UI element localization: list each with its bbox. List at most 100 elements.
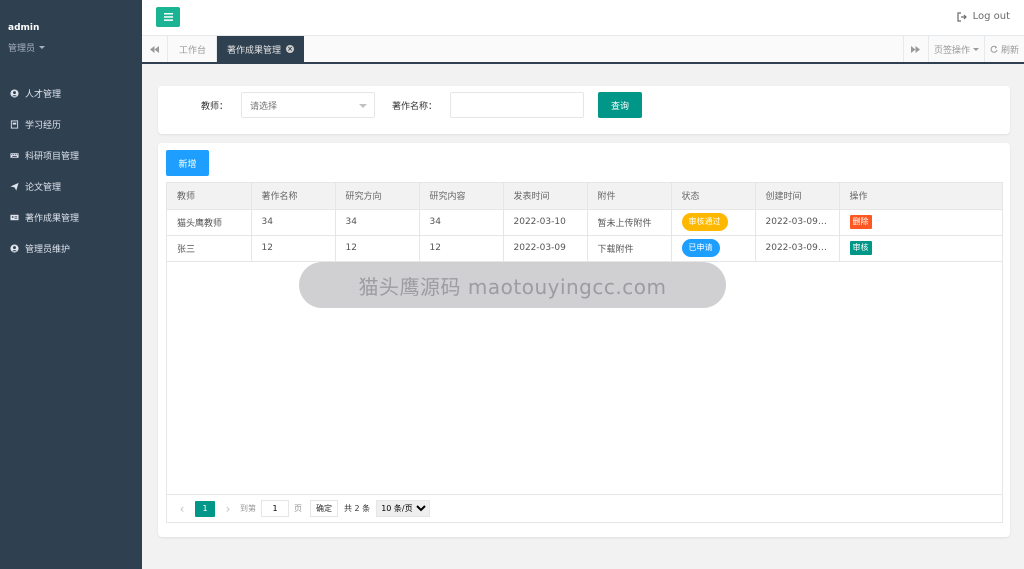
column-header: 著作名称: [251, 183, 336, 210]
tab-scroll-left-button[interactable]: [142, 36, 168, 62]
pagination: ‹ 1 › 到第 页 确定 共 2 条 10 条/页: [167, 494, 1002, 522]
total-count: 共 2 条: [344, 504, 371, 513]
refresh-button[interactable]: 刷新: [983, 36, 1024, 62]
cell-attachment[interactable]: 下载附件: [587, 235, 672, 262]
cell-status: 已申请: [671, 235, 756, 262]
cell-status: 审核通过: [671, 209, 756, 236]
current-page-button[interactable]: 1: [195, 500, 215, 517]
review-button[interactable]: 审核: [849, 241, 872, 255]
tab-works-management[interactable]: 著作成果管理 ×: [217, 36, 305, 62]
cell-action: 审核: [839, 235, 1002, 262]
double-left-icon: [150, 45, 159, 53]
user-name: admin: [8, 23, 40, 33]
work-name-input[interactable]: [450, 92, 584, 118]
cell-teacher: 猫头鹰教师: [167, 209, 252, 236]
column-header: 教师: [167, 183, 252, 210]
id-card-icon: [9, 213, 19, 223]
tab-label: 工作台: [179, 45, 207, 56]
watermark: 猫头鹰源码 maotouyingcc.com: [299, 262, 726, 308]
goto-label: 到第: [240, 504, 256, 513]
top-bar: Log out: [142, 0, 1024, 36]
teacher-select[interactable]: 请选择: [241, 92, 375, 118]
next-page-icon[interactable]: ›: [221, 502, 235, 516]
close-icon[interactable]: ×: [286, 45, 295, 53]
cell-direction: 34: [335, 209, 420, 236]
user-circle-icon: [9, 244, 19, 254]
tab-workbench[interactable]: 工作台: [169, 36, 218, 62]
caret-down-icon: [972, 47, 979, 51]
column-header: 研究方向: [335, 183, 420, 210]
cell-work-name: 12: [251, 235, 336, 262]
tabs-bar: 工作台 著作成果管理 × 页签操作 刷新: [142, 36, 1024, 64]
prev-page-icon[interactable]: ‹: [175, 502, 189, 516]
data-table: 教师 著作名称 研究方向 研究内容 发表时间 附件 状态 创建时间 操作 猫头鹰…: [167, 183, 1002, 262]
sidebar-item-label: 论文管理: [25, 183, 62, 193]
column-header: 创建时间: [755, 183, 840, 210]
sidebar-item-label: 管理员维护: [25, 245, 71, 255]
goto-confirm-button[interactable]: 确定: [310, 500, 338, 517]
add-button[interactable]: 新增: [166, 150, 209, 176]
table-header-row: 教师 著作名称 研究方向 研究内容 发表时间 附件 状态 创建时间 操作: [167, 183, 1002, 210]
column-header: 状态: [671, 183, 756, 210]
sidebar-item-research[interactable]: 科研项目管理: [0, 140, 142, 171]
cell-work-name: 34: [251, 209, 336, 236]
user-role-label: 管理员: [8, 44, 36, 54]
work-name-label: 著作名称：: [392, 102, 438, 112]
tab-label: 著作成果管理: [227, 45, 282, 56]
tab-actions: 页签操作 刷新: [902, 36, 1024, 62]
sidebar: admin 管理员 人才管理 学习经历 科研项目管理 论文管理 著作成果管理 管…: [0, 0, 142, 569]
keyboard-icon: [9, 151, 19, 161]
column-header: 操作: [839, 183, 1002, 210]
cell-publish-date: 2022-03-10: [503, 209, 588, 236]
cell-publish-date: 2022-03-09: [503, 235, 588, 262]
menu-toggle-button[interactable]: [156, 7, 180, 27]
sidebar-item-study[interactable]: 学习经历: [0, 109, 142, 140]
table-row[interactable]: 张三 12 12 12 2022-03-09 下载附件 已申请 2022-03-…: [167, 235, 1002, 262]
logout-button[interactable]: Log out: [956, 11, 1010, 22]
page-ops-dropdown[interactable]: 页签操作: [927, 36, 984, 62]
status-badge: 已申请: [681, 239, 720, 257]
column-header: 研究内容: [419, 183, 504, 210]
refresh-icon: [990, 45, 998, 53]
sidebar-item-talent[interactable]: 人才管理: [0, 78, 142, 109]
logout-label: Log out: [972, 11, 1010, 22]
book-icon: [9, 120, 19, 130]
chevron-down-icon: [359, 104, 367, 108]
status-badge: 审核通过: [681, 213, 728, 231]
page-ops-label: 页签操作: [933, 45, 970, 56]
delete-button[interactable]: 删除: [849, 215, 872, 229]
query-button[interactable]: 查询: [598, 92, 642, 118]
user-circle-icon: [9, 89, 19, 99]
cell-created: 2022-03-09 ...: [755, 235, 840, 262]
sidebar-item-label: 著作成果管理: [25, 214, 80, 224]
cell-content: 12: [419, 235, 504, 262]
cell-attachment: 暂未上传附件: [587, 209, 672, 236]
table-panel: 新增 教师 著作名称 研究方向 研究内容 发表时间 附件 状态 创建时间 操作: [158, 143, 1010, 537]
hamburger-icon: [163, 13, 173, 21]
cell-direction: 12: [335, 235, 420, 262]
tab-scroll-right-button[interactable]: [902, 36, 928, 62]
table-row[interactable]: 猫头鹰教师 34 34 34 2022-03-10 暂未上传附件 审核通过 20…: [167, 209, 1002, 236]
page-suffix: 页: [294, 504, 302, 513]
sidebar-item-label: 人才管理: [25, 90, 62, 100]
sidebar-menu: 人才管理 学习经历 科研项目管理 论文管理 著作成果管理 管理员维护: [0, 78, 142, 264]
cell-teacher: 张三: [167, 235, 252, 262]
goto-page-input[interactable]: [261, 500, 289, 517]
sidebar-item-admin[interactable]: 管理员维护: [0, 233, 142, 264]
teacher-label: 教师：: [201, 102, 229, 112]
sidebar-item-label: 科研项目管理: [25, 152, 80, 162]
refresh-label: 刷新: [1000, 45, 1019, 56]
column-header: 附件: [587, 183, 672, 210]
sidebar-item-paper[interactable]: 论文管理: [0, 171, 142, 202]
teacher-select-placeholder: 请选择: [250, 101, 278, 112]
double-right-icon: [911, 45, 921, 53]
data-grid: 教师 著作名称 研究方向 研究内容 发表时间 附件 状态 创建时间 操作 猫头鹰…: [166, 182, 1003, 523]
sidebar-item-works[interactable]: 著作成果管理: [0, 202, 142, 233]
send-icon: [9, 182, 19, 192]
logout-icon: [956, 11, 967, 22]
sidebar-item-label: 学习经历: [25, 121, 62, 131]
user-role-dropdown[interactable]: 管理员: [8, 41, 46, 54]
caret-down-icon: [39, 46, 46, 49]
page-size-select[interactable]: 10 条/页: [376, 500, 431, 517]
column-header: 发表时间: [503, 183, 588, 210]
